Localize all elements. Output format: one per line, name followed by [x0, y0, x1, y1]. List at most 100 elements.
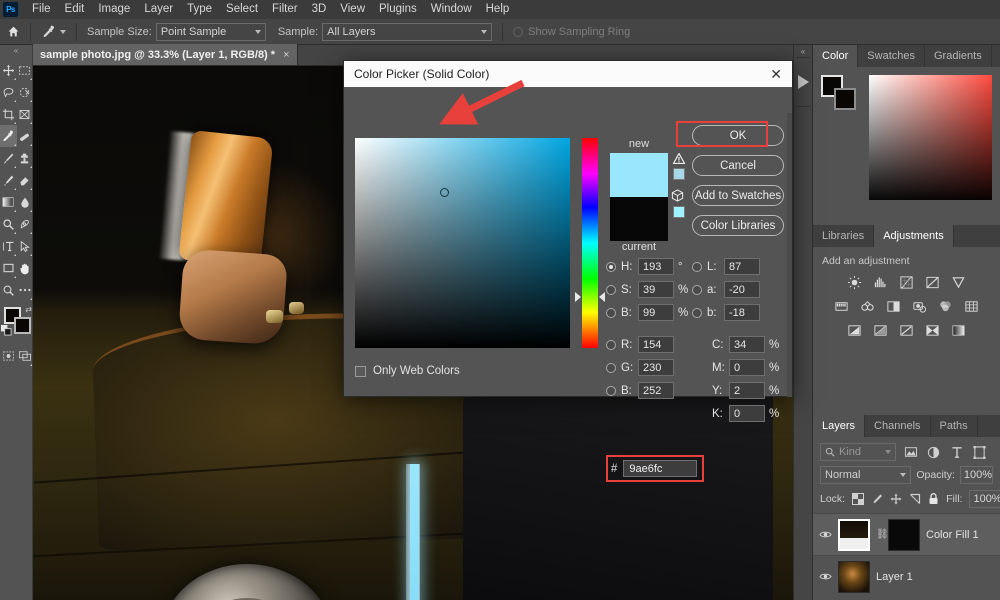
threshold-icon[interactable] — [898, 322, 915, 339]
cyan-input[interactable]: 34 — [729, 336, 765, 353]
red-input[interactable]: 154 — [638, 336, 674, 353]
lasso-tool[interactable] — [0, 81, 17, 103]
saturation-radio[interactable] — [606, 284, 616, 295]
type-tool[interactable] — [0, 235, 17, 257]
pixel-layer-filter-icon[interactable] — [902, 444, 919, 461]
layer-visibility-toggle[interactable] — [819, 572, 832, 581]
lock-all-icon[interactable] — [928, 493, 939, 506]
channel-mixer-icon[interactable] — [937, 298, 954, 315]
lab-l-input[interactable]: 87 — [724, 258, 760, 275]
menu-select[interactable]: Select — [219, 0, 265, 19]
green-input[interactable]: 230 — [638, 359, 674, 376]
type-layer-filter-icon[interactable] — [948, 444, 965, 461]
lock-image-pixels-icon[interactable] — [871, 493, 883, 506]
blue-input[interactable]: 252 — [638, 382, 674, 399]
hue-slider[interactable] — [582, 138, 598, 348]
cancel-button[interactable]: Cancel — [692, 155, 784, 176]
hex-input[interactable]: 9ae6fc — [623, 460, 698, 477]
web-cube-icon[interactable] — [671, 189, 684, 205]
blend-mode-select[interactable]: Normal — [820, 466, 912, 484]
lab-a-input[interactable]: -20 — [724, 281, 760, 298]
web-safe-swatch[interactable] — [673, 206, 685, 218]
shape-tool[interactable] — [0, 257, 17, 279]
tab-channels[interactable]: Channels — [865, 415, 931, 437]
hue-marker-right[interactable] — [599, 292, 605, 302]
brightness-radio[interactable] — [606, 307, 616, 318]
lock-transparent-pixels-icon[interactable] — [852, 493, 865, 506]
history-brush-tool[interactable] — [0, 169, 17, 191]
tab-paths[interactable]: Paths — [930, 415, 978, 437]
toolbar-collapse-button[interactable]: « — [0, 45, 32, 56]
menu-filter[interactable]: Filter — [265, 0, 305, 19]
tab-swatches[interactable]: Swatches — [858, 45, 925, 67]
fill-value[interactable]: 100% — [969, 490, 1000, 508]
yellow-input[interactable]: 2 — [729, 382, 765, 399]
color-picker-dialog[interactable]: Color Picker (Solid Color) ✕ Only Web Co… — [343, 60, 793, 482]
menu-file[interactable]: File — [25, 0, 58, 19]
table-row[interactable]: ⛓ Color Fill 1 — [813, 513, 1000, 555]
gradient-map-icon[interactable] — [950, 322, 967, 339]
invert-icon[interactable] — [846, 322, 863, 339]
document-tab[interactable]: sample photo.jpg @ 33.3% (Layer 1, RGB/8… — [33, 44, 298, 65]
marquee-tool[interactable] — [17, 59, 34, 81]
black-input[interactable]: 0 — [729, 405, 765, 422]
layer-visibility-toggle[interactable] — [819, 530, 832, 539]
link-icon[interactable]: ⛓ — [876, 529, 889, 540]
more-tools-button[interactable] — [17, 279, 34, 301]
color-balance-icon[interactable] — [859, 298, 876, 315]
lab-b-radio[interactable] — [692, 307, 702, 318]
color-swatches[interactable]: ⇄ — [0, 305, 33, 339]
tab-patterns[interactable]: Patterns — [991, 45, 1000, 67]
menu-image[interactable]: Image — [91, 0, 137, 19]
frame-tool[interactable] — [17, 103, 34, 125]
crop-tool[interactable] — [0, 103, 17, 125]
color-field-marker[interactable] — [440, 188, 449, 197]
quick-mask-button[interactable] — [0, 345, 17, 367]
pen-tool[interactable] — [17, 213, 34, 235]
black-white-icon[interactable] — [885, 298, 902, 315]
layer-name[interactable]: Color Fill 1 — [926, 529, 979, 541]
layer-name[interactable]: Layer 1 — [876, 571, 913, 583]
posterize-icon[interactable] — [872, 322, 889, 339]
hue-saturation-icon[interactable] — [833, 298, 850, 315]
green-radio[interactable] — [606, 362, 616, 373]
opacity-value[interactable]: 100% — [959, 466, 993, 484]
tab-color[interactable]: Color — [813, 45, 859, 67]
sample-select[interactable]: All Layers — [322, 22, 493, 41]
brightness-contrast-icon[interactable] — [846, 274, 863, 291]
tab-gradients[interactable]: Gradients — [925, 45, 992, 67]
gradient-tool[interactable] — [0, 191, 17, 213]
eyedropper-tool[interactable] — [0, 125, 17, 147]
zoom-tool[interactable] — [0, 279, 17, 301]
screen-mode-button[interactable] — [17, 345, 34, 367]
levels-icon[interactable] — [872, 274, 889, 291]
color-lookup-icon[interactable] — [963, 298, 980, 315]
menu-layer[interactable]: Layer — [137, 0, 180, 19]
gamut-warning-triangle-icon[interactable] — [672, 152, 686, 167]
layer-mask-thumbnail[interactable] — [888, 518, 920, 551]
sample-size-select[interactable]: Point Sample — [155, 22, 266, 41]
eraser-tool[interactable] — [17, 169, 34, 191]
tab-adjustments[interactable]: Adjustments — [874, 225, 954, 247]
lab-l-radio[interactable] — [692, 261, 702, 272]
close-icon[interactable]: ✕ — [770, 67, 782, 81]
lock-artboard-icon[interactable] — [909, 493, 921, 506]
lab-a-radio[interactable] — [692, 284, 702, 295]
shape-layer-filter-icon[interactable] — [971, 444, 988, 461]
selective-color-icon[interactable] — [924, 322, 941, 339]
move-tool[interactable] — [0, 59, 17, 81]
menu-type[interactable]: Type — [180, 0, 219, 19]
show-sampling-ring-toggle[interactable]: Show Sampling Ring — [507, 26, 630, 38]
exposure-icon[interactable] — [924, 274, 941, 291]
home-button[interactable] — [0, 25, 26, 38]
hue-radio[interactable] — [606, 261, 616, 272]
lab-b-input[interactable]: -18 — [724, 304, 760, 321]
table-row[interactable]: Layer 1 — [813, 555, 1000, 597]
actions-play-button[interactable] — [794, 58, 812, 106]
curves-icon[interactable] — [898, 274, 915, 291]
default-colors-icon[interactable] — [1, 325, 12, 339]
ok-button[interactable]: OK — [676, 121, 784, 147]
color-ramp[interactable] — [869, 75, 992, 200]
hue-marker-left[interactable] — [575, 292, 581, 302]
swap-colors-icon[interactable]: ⇄ — [25, 305, 32, 314]
